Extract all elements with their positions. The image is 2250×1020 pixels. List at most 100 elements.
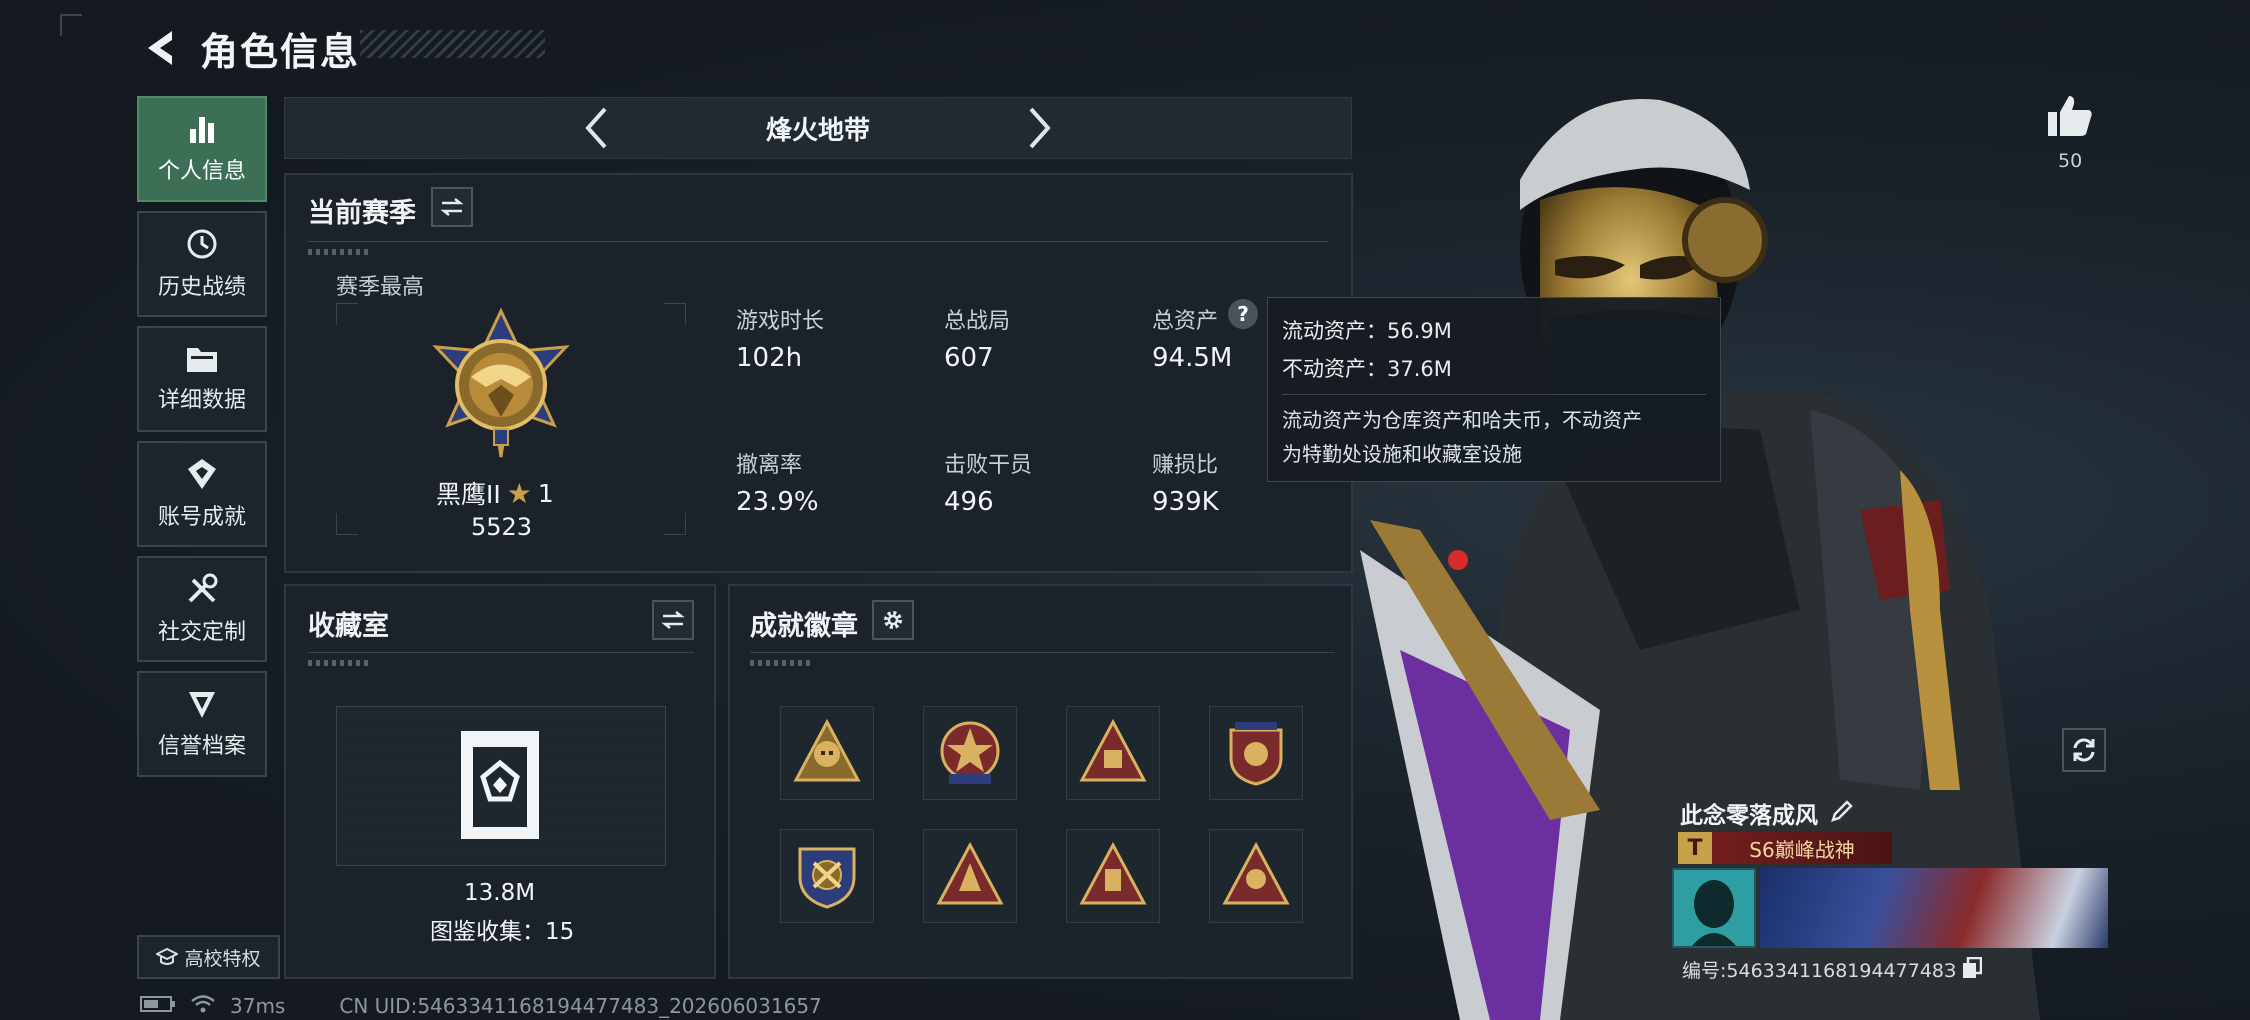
ping: 37ms [230, 994, 286, 1018]
collection-panel: 收藏室 13.8M 图鉴收集：15 [284, 584, 716, 979]
wifi-icon [190, 994, 216, 1018]
tooltip-desc-line1: 流动资产为仓库资产和哈夫币，不动资产 [1282, 408, 1642, 432]
refresh-icon [2073, 738, 2095, 762]
season-switch-button[interactable] [431, 187, 473, 227]
season-best-label: 赛季最高 [336, 275, 425, 300]
dots-decoration [750, 660, 810, 666]
achievement-icon [188, 459, 216, 489]
edit-pencil-icon[interactable] [1830, 799, 1854, 827]
help-question-icon[interactable]: ? [1228, 299, 1258, 329]
divider [308, 241, 1328, 242]
achievement-panel: 成就徽章 [728, 584, 1353, 979]
nav-personal-info[interactable]: 个人信息 [137, 96, 267, 202]
player-id-row: 编号:546334116819447748З [1682, 956, 1983, 983]
badge-slot[interactable] [780, 706, 874, 800]
badge-slot[interactable] [780, 829, 874, 923]
tooltip-liquid-assets: 流动资产：56.9M [1282, 319, 1452, 343]
history-clock-icon [187, 229, 217, 259]
stat-label-assets: 总资产 [1152, 309, 1219, 334]
prev-mode-button[interactable] [576, 103, 616, 153]
corner-decoration [60, 14, 82, 36]
badge-slot[interactable] [1066, 706, 1160, 800]
stat-value-profit-ratio: 939K [1152, 487, 1219, 517]
bar-chart-icon [190, 117, 214, 143]
side-nav: 个人信息 历史战绩 详细数据 账号成就 社交定制 信誉档案 [137, 96, 267, 786]
campus-privilege-button[interactable]: 高校特权 [137, 935, 280, 979]
mode-selector: 烽火地带 [284, 97, 1352, 159]
tooltip-fixed-assets: 不动资产：37.6M [1282, 357, 1452, 381]
rank-title-icon: T [1678, 832, 1712, 864]
nav-achievements[interactable]: 账号成就 [137, 441, 267, 547]
stat-value-assets: 94.5M [1152, 343, 1233, 373]
divider [1282, 394, 1706, 395]
likes-count: 50 [2058, 150, 2083, 172]
rank-title-text: S6巅峰战神 [1749, 837, 1855, 862]
tooltip-desc-line2: 为特勤处设施和收藏室设施 [1282, 442, 1522, 466]
season-panel: 当前赛季 赛季最高 黑鹰II ★ 1 5523 游戏时长 102h 总战局 60… [284, 173, 1353, 573]
player-name: 此念零落成风 [1680, 803, 1818, 829]
graduation-cap-icon [156, 947, 179, 965]
back-arrow-icon[interactable] [140, 26, 180, 70]
shield-badge-icon [1229, 722, 1283, 786]
nav-label: 账号成就 [157, 505, 246, 530]
player-banner[interactable] [1760, 868, 2108, 948]
chevron-left-icon [585, 107, 607, 149]
rank-name: 黑鹰II [436, 480, 501, 509]
nav-social-custom[interactable]: 社交定制 [137, 556, 267, 662]
stat-label-extract-rate: 撤离率 [736, 453, 803, 478]
next-mode-button[interactable] [1020, 103, 1060, 153]
pyramid-badge-icon [936, 841, 1004, 905]
battery-icon [140, 995, 176, 1017]
collection-value: 13.8M [464, 880, 536, 906]
stat-value-extract-rate: 23.9% [736, 487, 819, 517]
achievement-settings-button[interactable] [872, 600, 914, 640]
divider [308, 652, 694, 653]
stat-label-kills: 击败干员 [944, 453, 1033, 478]
frame-corner [336, 513, 358, 535]
badge-slot[interactable] [1066, 829, 1160, 923]
frame-corner [664, 513, 686, 535]
nav-label: 个人信息 [157, 159, 246, 184]
nav-history[interactable]: 历史战绩 [137, 211, 267, 317]
pyramid-badge-icon [1079, 841, 1147, 905]
campus-label: 高校特权 [184, 947, 261, 970]
collection-switch-button[interactable] [652, 600, 694, 640]
uid-text: CN UID:5463341168194477483_202606031657 [339, 994, 822, 1018]
refresh-button[interactable] [2062, 728, 2106, 772]
collection-preview[interactable] [336, 706, 666, 866]
nav-detail-data[interactable]: 详细数据 [137, 326, 267, 432]
rank-stars: 1 [537, 478, 554, 508]
badge-slot[interactable] [1209, 706, 1303, 800]
swap-icon [440, 198, 464, 216]
dots-decoration [308, 249, 368, 255]
collection-title: 收藏室 [308, 611, 389, 642]
swap-icon [661, 611, 685, 629]
rank-row: 黑鹰II ★ 1 [436, 475, 554, 511]
status-bar: 37ms CN UID:5463341168194477483_20260603… [140, 994, 822, 1018]
nav-label: 历史战绩 [157, 275, 246, 300]
stat-label-matches: 总战局 [944, 309, 1011, 334]
nav-label: 信誉档案 [157, 734, 246, 759]
rank-star-icon: ★ [506, 476, 532, 510]
rank-score: 5523 [471, 513, 533, 541]
rank-title-badge: T S6巅峰战神 [1678, 832, 1892, 864]
divider [750, 652, 1335, 653]
copy-icon[interactable] [1962, 956, 1983, 983]
thumbs-up-icon[interactable] [2045, 92, 2095, 142]
title-decoration [360, 30, 545, 58]
nav-label: 社交定制 [157, 620, 246, 645]
asset-tooltip: 流动资产：56.9M 不动资产：37.6M 流动资产为仓库资产和哈夫币，不动资产… [1267, 297, 1721, 482]
badge-slot[interactable] [923, 706, 1017, 800]
stat-label-profit-ratio: 赚损比 [1152, 453, 1219, 478]
stat-value-playtime: 102h [736, 343, 803, 373]
season-title: 当前赛季 [308, 198, 416, 229]
nav-reputation[interactable]: 信誉档案 [137, 671, 267, 777]
mode-title: 烽火地带 [765, 115, 870, 146]
badge-slot[interactable] [923, 829, 1017, 923]
badge-slot[interactable] [1209, 829, 1303, 923]
nav-label: 详细数据 [157, 388, 246, 413]
tools-icon [188, 573, 218, 603]
pyramid-badge-icon [1079, 718, 1147, 782]
player-avatar[interactable] [1672, 868, 1756, 948]
page-title: 角色信息 [200, 29, 361, 74]
